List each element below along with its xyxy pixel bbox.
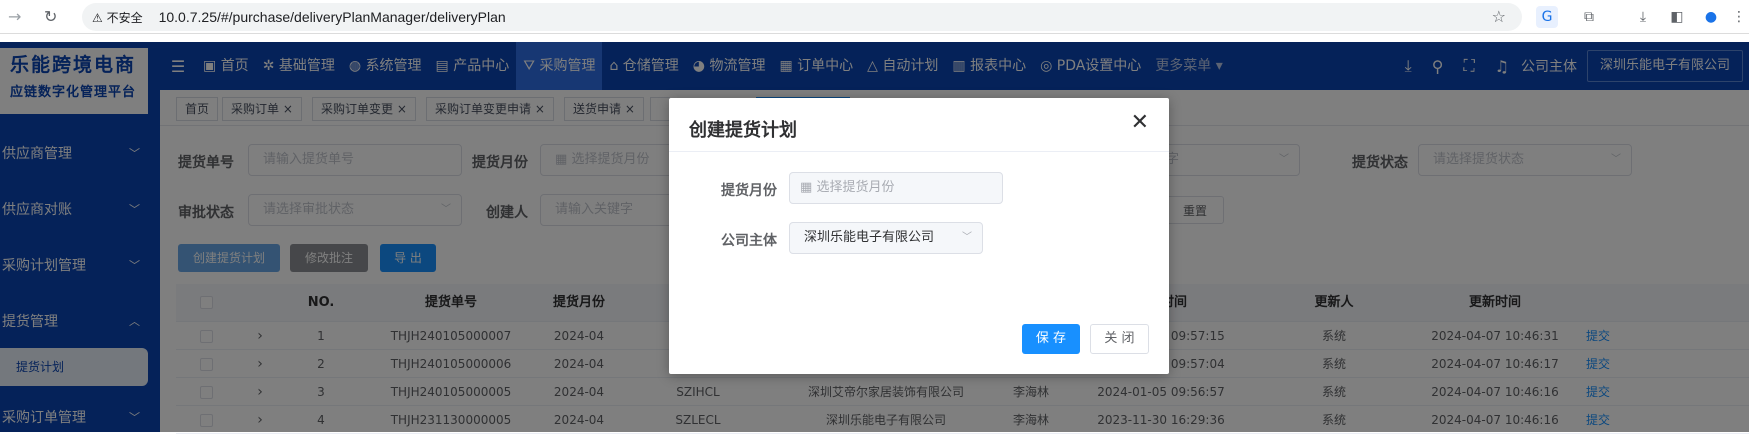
dialog-entity-select[interactable]: 深圳乐能电子有限公司 ﹀ <box>789 222 983 254</box>
calendar-icon: ▦ <box>800 180 813 195</box>
dialog-header: 创建提货计划 ✕ <box>669 98 1169 152</box>
dialog-entity-label: 公司主体 <box>721 233 777 249</box>
create-delivery-plan-dialog: 创建提货计划 ✕ 提货月份 ▦ 选择提货月份 公司主体 深圳乐能电子有限公司 ﹀ … <box>669 98 1169 374</box>
bookmark-star-icon[interactable]: ☆ <box>1492 7 1506 26</box>
dialog-entity-value: 深圳乐能电子有限公司 <box>804 230 935 245</box>
save-button[interactable]: 保 存 <box>1022 324 1080 354</box>
url-text[interactable]: 10.0.7.25/#/purchase/deliveryPlanManager… <box>159 9 506 25</box>
browser-menu-icon[interactable]: ⋮ <box>1728 6 1749 28</box>
chevron-down-icon: ﹀ <box>962 232 972 243</box>
chrome-gap <box>0 34 1749 42</box>
browser-chrome: → ↻ ⚠ 不安全 10.0.7.25/#/purchase/deliveryP… <box>0 0 1749 34</box>
close-icon[interactable]: ✕ <box>1131 112 1149 134</box>
dialog-month-label: 提货月份 <box>721 183 777 199</box>
dialog-month-picker[interactable]: ▦ 选择提货月份 <box>789 172 1003 204</box>
placeholder: 选择提货月份 <box>816 180 895 195</box>
dialog-title: 创建提货计划 <box>689 120 797 141</box>
extensions-icon[interactable]: ⧉ <box>1578 6 1600 28</box>
forward-icon[interactable]: → <box>8 7 21 26</box>
download-icon[interactable]: ⤓ <box>1632 6 1654 28</box>
insecure-badge[interactable]: ⚠ 不安全 <box>92 9 143 26</box>
reload-icon[interactable]: ↻ <box>44 7 57 26</box>
insecure-label: 不安全 <box>106 10 143 25</box>
translate-icon[interactable]: G <box>1536 6 1558 28</box>
address-bar[interactable]: ⚠ 不安全 10.0.7.25/#/purchase/deliveryPlanM… <box>82 3 1522 31</box>
close-button[interactable]: 关 闭 <box>1090 324 1149 354</box>
sidepanel-icon[interactable]: ◧ <box>1666 6 1688 28</box>
profile-icon[interactable]: ● <box>1700 6 1722 28</box>
